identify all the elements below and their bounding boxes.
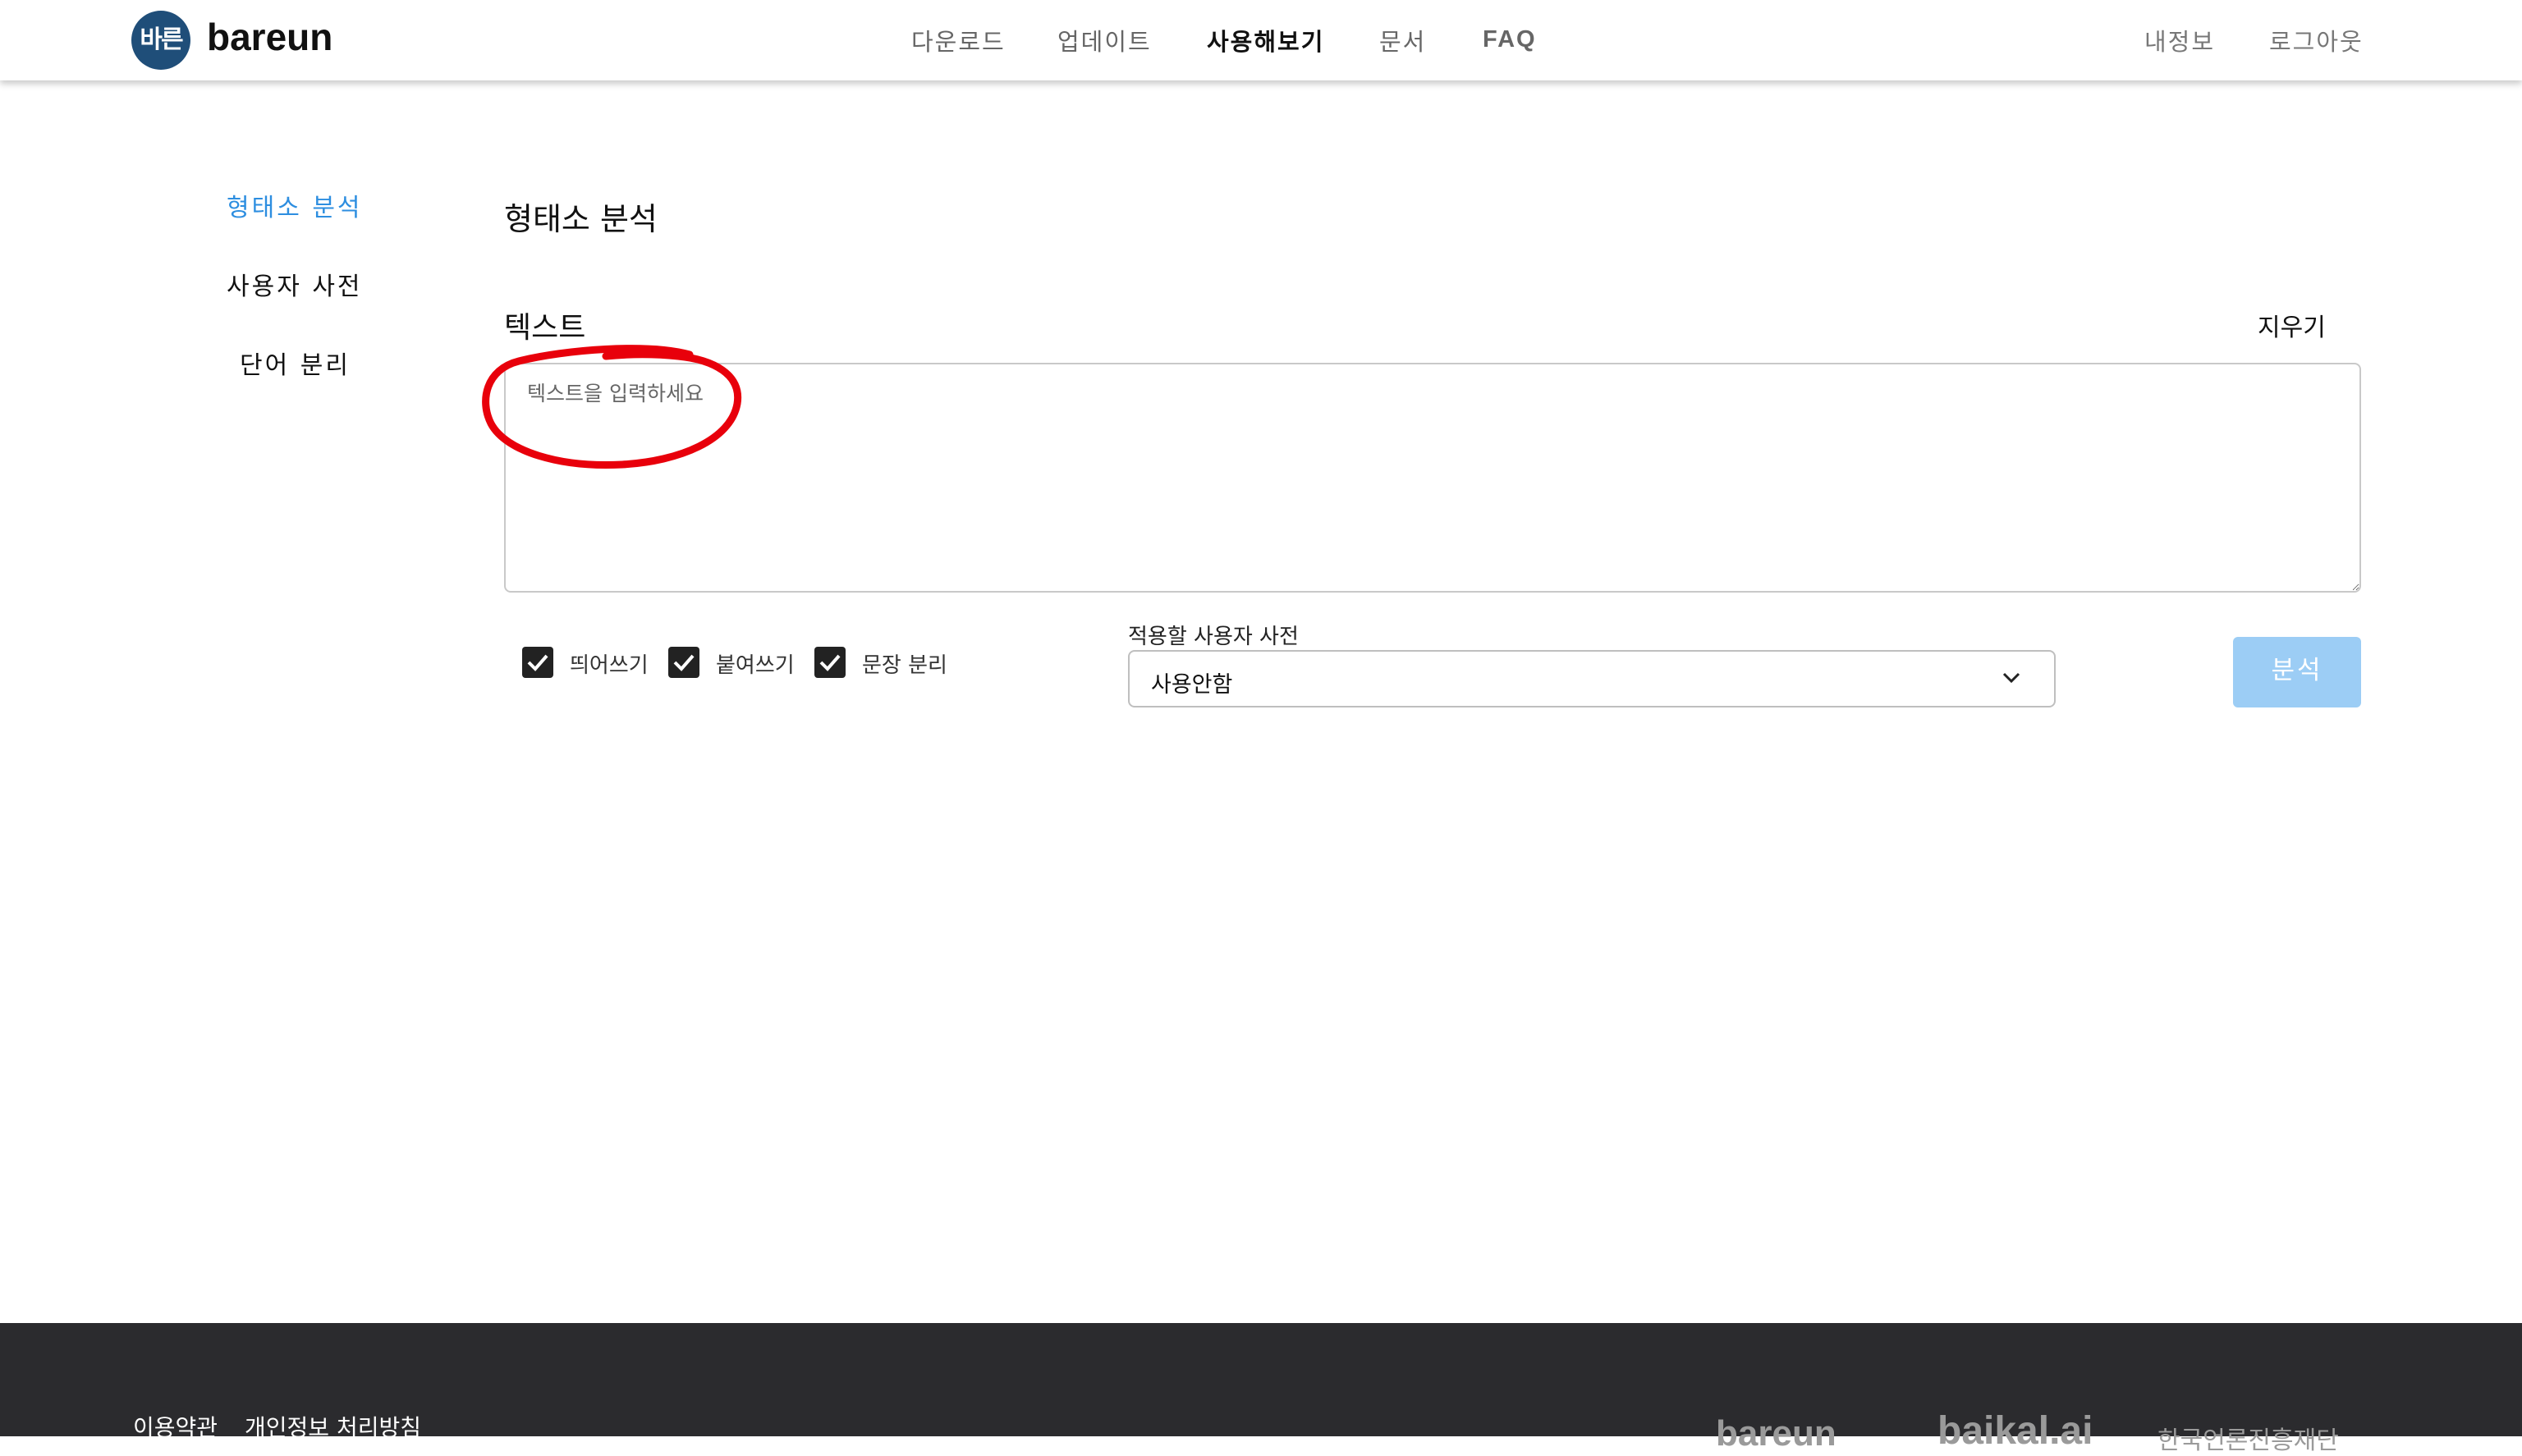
- nav-update[interactable]: 업데이트: [1057, 23, 1152, 57]
- spacing-label: 띄어쓰기: [570, 653, 649, 678]
- my-info-link[interactable]: 내정보: [2144, 23, 2215, 57]
- nav-docs[interactable]: 문서: [1379, 23, 1426, 57]
- nav-download[interactable]: 다운로드: [911, 23, 1006, 57]
- check-icon: [673, 654, 695, 671]
- nav-try[interactable]: 사용해보기: [1207, 23, 1324, 57]
- top-header: 바른 bareun 다운로드 업데이트 사용해보기 문서 FAQ 내정보 로그아…: [0, 0, 2522, 80]
- clear-button[interactable]: 지우기: [2258, 307, 2326, 343]
- check-icon: [819, 654, 841, 671]
- text-input[interactable]: [504, 363, 2361, 593]
- dictionary-select[interactable]: 사용안함: [1128, 650, 2056, 707]
- sidebar-item-morpheme-analysis[interactable]: 형태소 분석: [227, 187, 363, 223]
- spacing-checkbox[interactable]: [522, 647, 553, 678]
- footer-privacy-link[interactable]: 개인정보 처리방침: [245, 1410, 421, 1443]
- sentence-split-label: 문장 분리: [862, 653, 947, 678]
- check-icon: [527, 654, 548, 671]
- footer-bareun-logo: bareun: [1716, 1413, 1836, 1454]
- analyze-button[interactable]: 분석: [2233, 637, 2361, 707]
- text-label: 텍스트: [504, 311, 586, 345]
- bareun-logo-icon[interactable]: 바른: [131, 11, 190, 70]
- logout-link[interactable]: 로그아웃: [2269, 23, 2364, 57]
- nav-faq[interactable]: FAQ: [1483, 26, 1537, 53]
- sidebar-item-word-split[interactable]: 단어 분리: [240, 345, 351, 381]
- footer-baikal-logo: baikal.ai: [1937, 1409, 2093, 1453]
- sidebar-item-user-dictionary[interactable]: 사용자 사전: [227, 266, 363, 302]
- page-title: 형태소 분석: [504, 201, 658, 237]
- footer-terms-link[interactable]: 이용약관: [133, 1410, 218, 1443]
- dictionary-selected-value: 사용안함: [1151, 672, 1233, 698]
- sentence-split-checkbox[interactable]: [814, 647, 846, 678]
- dictionary-label: 적용할 사용자 사전: [1128, 625, 1299, 649]
- logo-text[interactable]: bareun: [207, 15, 332, 59]
- join-checkbox[interactable]: [668, 647, 699, 678]
- chevron-down-icon: [2002, 672, 2020, 684]
- join-label: 붙여쓰기: [716, 653, 795, 678]
- footer-kpf-logo: 한국언론진흥재단: [2157, 1427, 2339, 1454]
